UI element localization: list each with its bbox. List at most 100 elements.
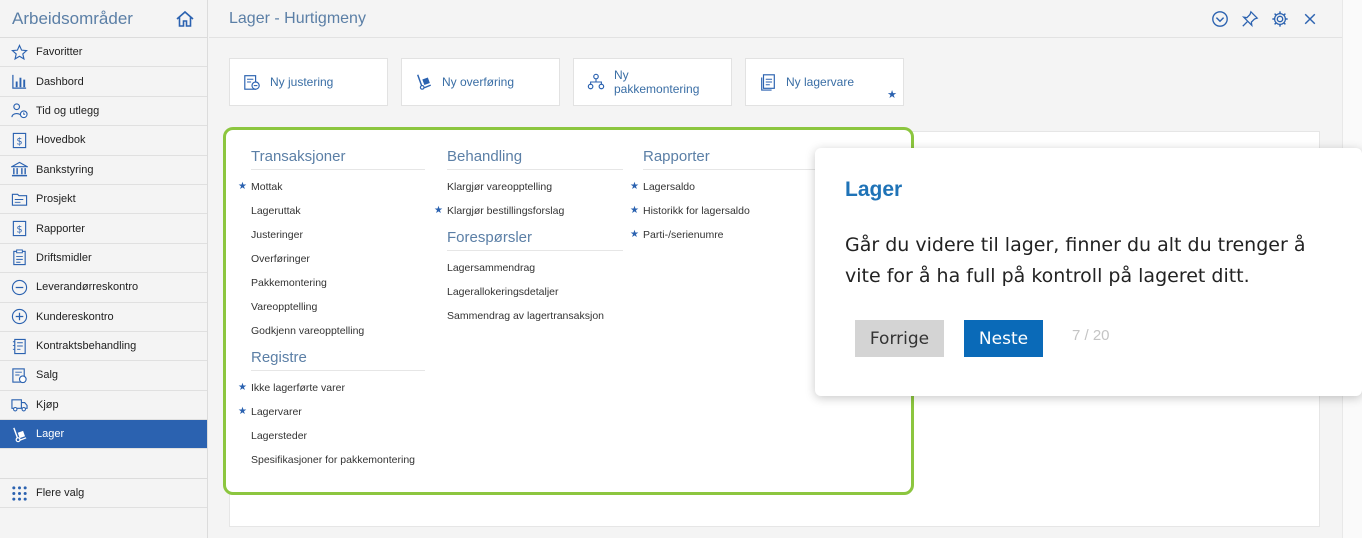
bar-chart-icon — [10, 73, 28, 91]
sidebar-item-label: Kjøp — [36, 398, 59, 411]
link-label: Vareopptelling — [251, 301, 318, 313]
sidebar-item-salg[interactable]: Salg — [0, 361, 207, 391]
link-mottak[interactable]: ★ Mottak — [238, 181, 283, 193]
quick-action-label: Ny overføring — [442, 75, 515, 89]
link-label: Spesifikasjoner for pakkemontering — [251, 454, 416, 466]
link-lageruttak[interactable]: Lageruttak — [251, 205, 301, 217]
link-label: Pakkemontering — [251, 277, 327, 289]
link-justeringer[interactable]: Justeringer — [251, 229, 303, 241]
link-label: Lagersteder — [251, 430, 308, 442]
link-pakkemontering[interactable]: Pakkemontering — [251, 277, 327, 289]
favorite-star-icon[interactable]: ★ — [887, 88, 897, 101]
hand-truck-icon — [10, 425, 28, 443]
minus-circle-icon — [10, 278, 28, 296]
favorite-star-icon[interactable]: ★ — [630, 181, 639, 192]
plus-circle-icon — [10, 308, 28, 326]
link-historikk-lagersaldo[interactable]: ★ Historikk for lagersaldo — [630, 205, 750, 217]
sidebar-item-label: Rapporter — [36, 222, 85, 235]
favorite-star-icon[interactable]: ★ — [238, 181, 247, 192]
link-spesifikasjoner-pakkemontering[interactable]: Spesifikasjoner for pakkemontering — [251, 454, 415, 466]
link-parti-serienumre[interactable]: ★ Parti-/serienumre — [630, 229, 724, 241]
quick-action-label: Ny lagervare — [786, 75, 855, 89]
link-lagervarer[interactable]: ★ Lagervarer — [238, 406, 302, 418]
sidebar-item-label: Bankstyring — [36, 163, 94, 176]
sidebar-item-leverandorreskontro[interactable]: Leverandørreskontro — [0, 273, 207, 303]
sidebar-item-label: Salg — [36, 369, 59, 382]
star-icon — [10, 43, 28, 61]
sidebar-item-label: Hovedbok — [36, 134, 86, 147]
sidebar-more-options[interactable]: Flere valg — [0, 478, 207, 508]
svg-text:$: $ — [16, 224, 22, 235]
sales-icon — [10, 366, 28, 384]
sidebar-item-label: Lager — [36, 428, 65, 441]
sidebar-item-label: Kontraktsbehandling — [36, 340, 137, 353]
sidebar-item-rapporter[interactable]: $ Rapporter — [0, 214, 207, 244]
pin-icon[interactable] — [1240, 9, 1260, 29]
sidebar-item-tid-og-utlegg[interactable]: Tid og utlegg — [0, 97, 207, 127]
person-clock-icon — [10, 102, 28, 120]
link-sammendrag-lagertransaksjon[interactable]: Sammendrag av lagertransaksjon — [447, 310, 604, 322]
bank-icon — [10, 161, 28, 179]
sidebar-item-prosjekt[interactable]: Prosjekt — [0, 185, 207, 215]
sidebar-item-kundereskontro[interactable]: Kundereskontro — [0, 303, 207, 332]
chevron-circle-down-icon[interactable] — [1210, 9, 1230, 29]
quick-action-label: Ny pakkemontering — [614, 68, 700, 96]
truck-icon — [10, 396, 28, 414]
link-klargjor-vareopptelling[interactable]: Klargjør vareopptelling — [447, 181, 552, 193]
sidebar-item-kjop[interactable]: Kjøp — [0, 391, 207, 421]
link-lagersaldo[interactable]: ★ Lagersaldo — [630, 181, 695, 193]
link-lagerallokeringsdetaljer[interactable]: Lagerallokeringsdetaljer — [447, 286, 559, 298]
dollar-book-icon: $ — [10, 131, 28, 149]
section-title-registre: Registre — [251, 349, 425, 371]
link-label: Mottak — [251, 181, 283, 193]
link-godkjenn-vareopptelling[interactable]: Godkjenn vareopptelling — [251, 325, 364, 337]
sidebar: Arbeidsområder Favoritter Dashbord Tid o… — [0, 0, 208, 538]
link-vareopptelling[interactable]: Vareopptelling — [251, 301, 317, 313]
home-icon[interactable] — [175, 9, 195, 29]
sidebar-item-favoritter[interactable]: Favoritter — [0, 38, 207, 68]
sidebar-item-dashbord[interactable]: Dashbord — [0, 67, 207, 97]
favorite-star-icon[interactable]: ★ — [630, 205, 639, 216]
sidebar-item-label: Driftsmidler — [36, 251, 92, 264]
link-ikke-lagerforte-varer[interactable]: ★ Ikke lagerførte varer — [238, 382, 345, 394]
dollar-report-icon: $ — [10, 220, 28, 238]
folder-icon — [10, 190, 28, 208]
next-button[interactable]: Neste — [964, 320, 1043, 357]
document-icon — [758, 72, 778, 92]
link-label: Lagersammendrag — [447, 262, 536, 274]
favorite-star-icon[interactable]: ★ — [238, 382, 247, 393]
quick-action-ny-lagervare[interactable]: Ny lagervare ★ — [745, 58, 904, 106]
sidebar-item-kontraktsbehandling[interactable]: Kontraktsbehandling — [0, 332, 207, 362]
link-label: Parti-/serienumre — [643, 229, 724, 241]
link-klargjor-bestillingsforslag[interactable]: ★ Klargjør bestillingsforslag — [434, 205, 565, 217]
clipboard-icon — [10, 249, 28, 267]
gear-icon[interactable] — [1270, 9, 1290, 29]
link-lagersammendrag[interactable]: Lagersammendrag — [447, 262, 535, 274]
favorite-star-icon[interactable]: ★ — [630, 229, 639, 240]
favorite-star-icon[interactable]: ★ — [238, 406, 247, 417]
sidebar-item-lager[interactable]: Lager — [0, 420, 207, 450]
link-label: Ikke lagerførte varer — [251, 382, 345, 394]
favorite-star-icon[interactable]: ★ — [434, 205, 443, 216]
sidebar-item-label: Prosjekt — [36, 193, 76, 206]
link-label: Lagervarer — [251, 406, 302, 418]
sidebar-item-bankstyring[interactable]: Bankstyring — [0, 156, 207, 185]
header-toolbar — [1210, 9, 1320, 29]
close-icon[interactable] — [1300, 9, 1320, 29]
quick-action-ny-pakkemontering[interactable]: Ny pakkemontering — [573, 58, 732, 106]
previous-button[interactable]: Forrige — [855, 320, 944, 357]
sidebar-item-hovedbok[interactable]: $ Hovedbok — [0, 126, 207, 156]
sidebar-item-label: Favoritter — [36, 46, 83, 59]
link-label: Lagersaldo — [643, 181, 695, 193]
step-counter: 7 / 20 — [1072, 327, 1110, 344]
link-lagersteder[interactable]: Lagersteder — [251, 430, 307, 442]
sidebar-item-driftsmidler[interactable]: Driftsmidler — [0, 244, 207, 274]
quick-action-ny-justering[interactable]: Ny justering — [229, 58, 388, 106]
contract-icon — [10, 337, 28, 355]
hand-truck-icon — [414, 72, 434, 92]
link-label: Sammendrag av lagertransaksjon — [447, 310, 604, 322]
link-overforinger[interactable]: Overføringer — [251, 253, 310, 265]
quick-action-ny-overforing[interactable]: Ny overføring — [401, 58, 560, 106]
guided-tour-popover: Lager Går du videre til lager, finner du… — [815, 148, 1362, 396]
link-label: Klargjør bestillingsforslag — [447, 205, 565, 217]
